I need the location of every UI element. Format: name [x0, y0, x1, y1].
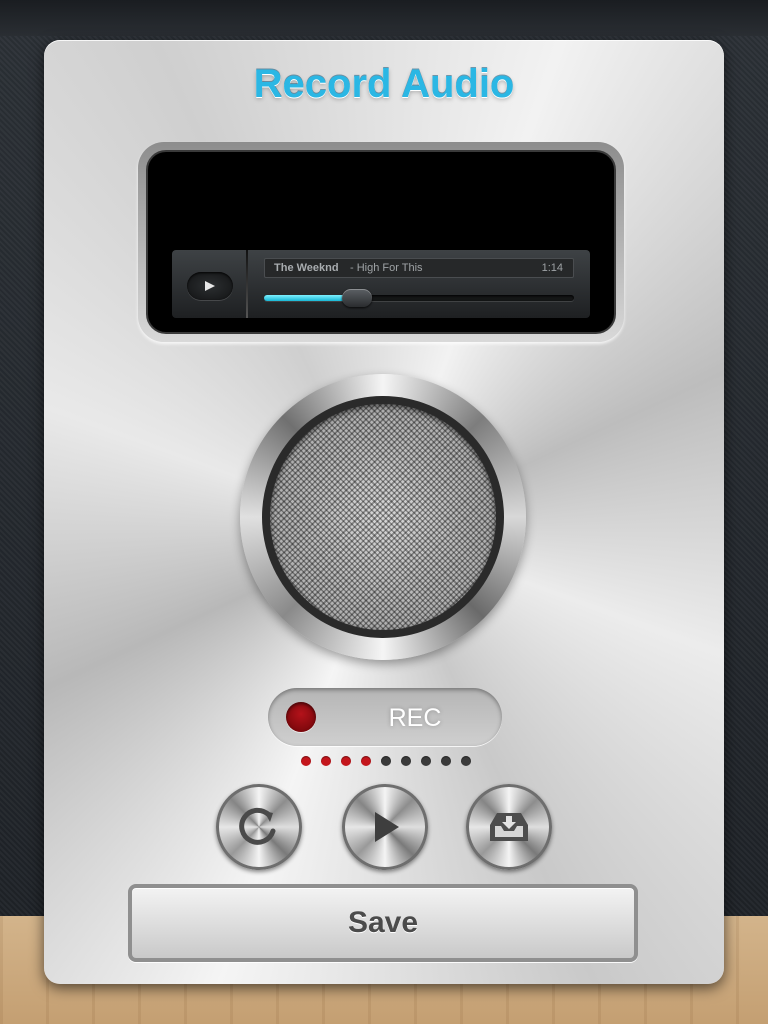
play-icon: [375, 812, 399, 842]
level-led: [341, 756, 351, 766]
inbox-download-icon: [490, 813, 528, 841]
top-bar: [0, 0, 768, 36]
speaker-grille-icon: [270, 404, 496, 630]
level-led: [301, 756, 311, 766]
rec-indicator-icon[interactable]: [286, 702, 316, 732]
player-divider: [246, 250, 248, 318]
level-led: [381, 756, 391, 766]
track-title: - High For This: [350, 262, 423, 274]
reset-button[interactable]: [216, 784, 302, 870]
save-to-tray-button[interactable]: [466, 784, 552, 870]
save-button[interactable]: Save: [128, 884, 638, 962]
level-led: [421, 756, 431, 766]
track-info: The Weeknd - High For This 1:14: [264, 258, 574, 278]
page-title: Record Audio: [253, 62, 515, 106]
level-led: [321, 756, 331, 766]
level-led: [441, 756, 451, 766]
track-time: 1:14: [541, 262, 563, 274]
level-led: [461, 756, 471, 766]
play-icon: [205, 281, 215, 291]
play-button[interactable]: [342, 784, 428, 870]
refresh-icon: [239, 807, 276, 845]
level-led: [401, 756, 411, 766]
rec-label: REC: [388, 704, 442, 732]
progress-slider-knob[interactable]: [342, 289, 372, 307]
mini-play-button[interactable]: [187, 272, 233, 300]
track-artist: The Weeknd: [274, 262, 339, 274]
level-led: [361, 756, 371, 766]
